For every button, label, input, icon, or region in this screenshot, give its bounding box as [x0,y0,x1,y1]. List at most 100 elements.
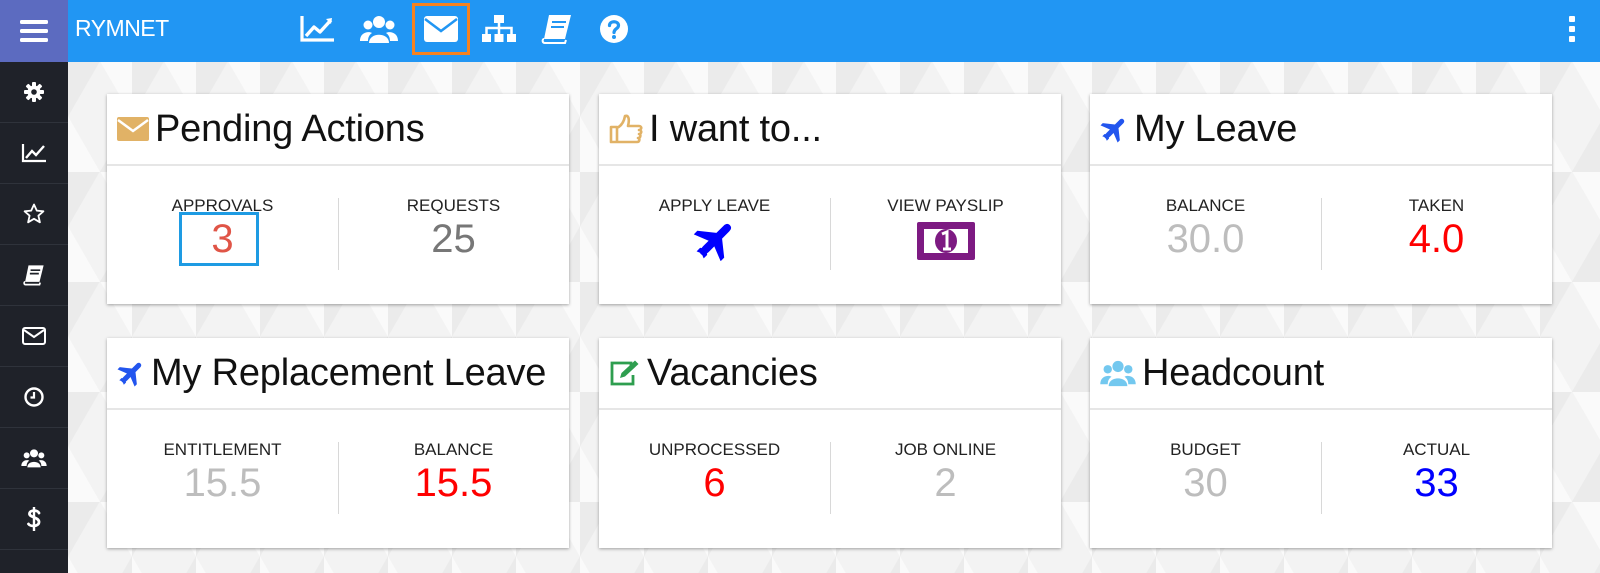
stat-label: BUDGET [1170,440,1241,459]
headcount-card: Headcount BUDGET 30 ACTUAL 33 [1090,338,1552,548]
action-label: VIEW PAYSLIP [887,196,1004,215]
sidebar-item-analytics[interactable] [0,123,68,184]
topnav-help[interactable] [585,0,643,58]
approvals-stat[interactable]: APPROVALS 3 [107,166,338,304]
stat-divider [338,198,339,270]
pending-actions-card: Pending Actions APPROVALS 3 REQUESTS 25 [107,94,569,304]
leave-balance-value[interactable]: 30.0 [1090,217,1321,261]
sidebar-item-handbook[interactable] [0,245,68,306]
question-circle-icon [600,15,628,43]
book-icon [23,265,44,286]
hamburger-menu-button[interactable] [0,0,68,62]
replacement-balance-value[interactable]: 15.5 [338,461,569,505]
topnav-handbook[interactable] [528,0,586,58]
apply-leave-action[interactable]: APPLY LEAVE [599,166,830,304]
dashboard-content: Pending Actions APPROVALS 3 REQUESTS 25 … [68,62,1600,573]
card-header: Headcount [1090,338,1552,410]
users-icon [21,449,47,468]
actual-value[interactable]: 33 [1321,461,1552,505]
envelope-icon [117,117,149,141]
sidebar [0,62,68,573]
job-online-stat[interactable]: JOB ONLINE 2 [830,410,1061,548]
card-title: I want to... [649,107,822,150]
i-want-to-card: I want to... APPLY LEAVE VIEW PAYSLIP [599,94,1061,304]
gear-icon [24,82,44,102]
line-chart-icon [21,144,46,163]
approvals-count[interactable]: 3 [107,217,338,261]
app-title[interactable]: RYMNET [75,0,169,58]
card-title: My Leave [1134,107,1298,150]
plane-icon [117,362,142,387]
stat-label: ACTUAL [1402,440,1471,459]
top-bar: RYMNET [0,0,1600,62]
users-icon [1100,360,1136,387]
my-leave-card: My Leave BALANCE 30.0 TAKEN 4.0 [1090,94,1552,304]
envelope-icon [424,16,458,42]
sidebar-item-payroll[interactable] [0,489,68,550]
leave-balance-stat[interactable]: BALANCE 30.0 [1090,166,1321,304]
card-title: My Replacement Leave [151,351,547,394]
stat-divider [830,198,831,270]
stat-label: REQUESTS [406,196,501,215]
stat-label: BALANCE [1165,196,1246,215]
card-header: I want to... [599,94,1061,166]
sitemap-icon [482,15,516,42]
job-online-value[interactable]: 2 [830,461,1061,505]
leave-taken-stat[interactable]: TAKEN 4.0 [1321,166,1552,304]
stat-divider [1321,198,1322,270]
line-chart-icon [300,16,334,42]
card-header: My Replacement Leave [107,338,569,410]
topnav-messages[interactable] [411,2,471,56]
budget-value[interactable]: 30 [1090,461,1321,505]
topnav-team[interactable] [350,0,408,58]
view-payslip-action[interactable]: VIEW PAYSLIP [830,166,1061,304]
sidebar-item-favorites[interactable] [0,184,68,245]
actual-stat[interactable]: ACTUAL 33 [1321,410,1552,548]
stat-label: BALANCE [413,440,494,459]
card-header: Pending Actions [107,94,569,166]
stat-label: ENTITLEMENT [163,440,282,459]
sidebar-item-messages[interactable] [0,306,68,367]
entitlement-stat[interactable]: ENTITLEMENT 15.5 [107,410,338,548]
dollar-icon [27,507,41,531]
stat-label: APPROVALS [171,196,274,215]
action-label: APPLY LEAVE [658,196,771,215]
stat-label: UNPROCESSED [648,440,781,459]
replacement-leave-card: My Replacement Leave ENTITLEMENT 15.5 BA… [107,338,569,548]
stat-label: TAKEN [1408,196,1465,215]
sidebar-item-settings[interactable] [0,62,68,123]
hamburger-icon [20,20,48,42]
requests-count[interactable]: 25 [338,217,569,261]
replacement-balance-stat[interactable]: BALANCE 15.5 [338,410,569,548]
requests-stat[interactable]: REQUESTS 25 [338,166,569,304]
star-icon [23,203,45,224]
card-header: Vacancies [599,338,1061,410]
entitlement-value[interactable]: 15.5 [107,461,338,505]
money-bill-icon[interactable] [916,222,975,260]
stat-label: JOB ONLINE [894,440,997,459]
thumbs-up-icon [609,114,643,144]
edit-icon [610,360,639,386]
leave-taken-value[interactable]: 4.0 [1321,217,1552,261]
stat-divider [338,442,339,514]
unprocessed-value[interactable]: 6 [599,461,830,505]
topnav-org-chart[interactable] [470,0,528,58]
card-title: Pending Actions [155,107,425,150]
card-title: Vacancies [647,351,818,394]
plane-icon [1100,118,1125,143]
card-title: Headcount [1142,351,1325,394]
unprocessed-stat[interactable]: UNPROCESSED 6 [599,410,830,548]
sidebar-item-attendance[interactable] [0,367,68,428]
book-icon [541,15,571,44]
sidebar-item-team[interactable] [0,428,68,489]
plane-icon[interactable] [693,219,737,262]
budget-stat[interactable]: BUDGET 30 [1090,410,1321,548]
stat-divider [1321,442,1322,514]
stat-divider [830,442,831,514]
card-header: My Leave [1090,94,1552,166]
topnav-dashboard[interactable] [288,0,346,58]
vacancies-card: Vacancies UNPROCESSED 6 JOB ONLINE 2 [599,338,1061,548]
clock-icon [24,387,44,407]
more-options-button[interactable] [1560,12,1584,46]
users-icon [360,16,398,43]
